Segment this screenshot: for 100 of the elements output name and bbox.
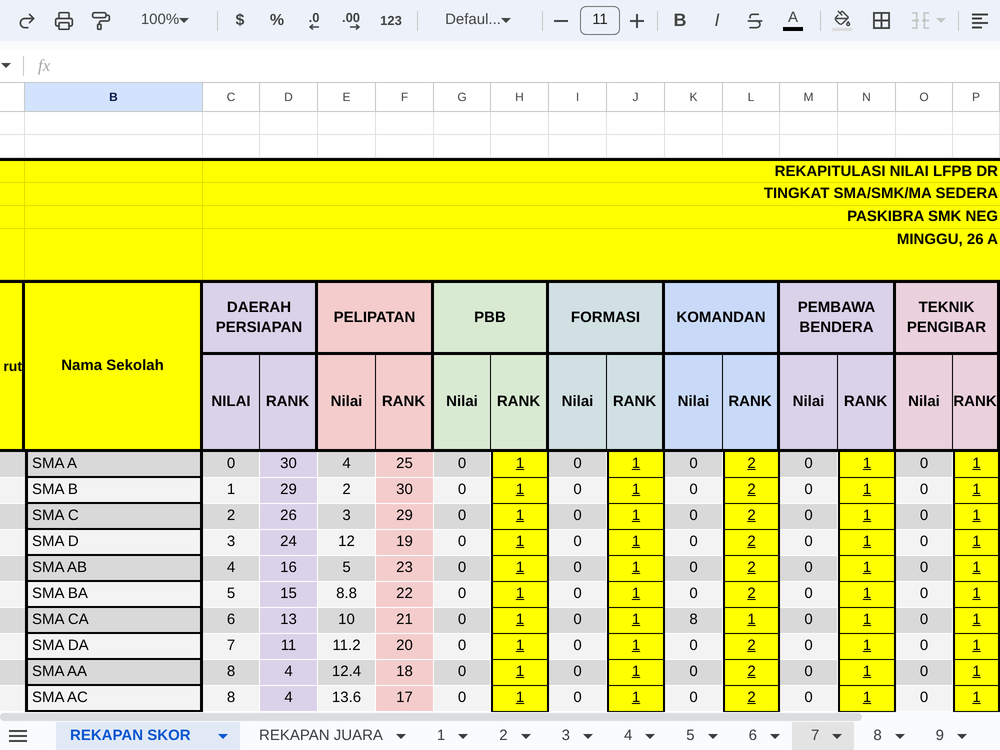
color-swatch-icon	[783, 27, 803, 31]
plus-icon	[630, 14, 644, 28]
column-header: Nilai	[896, 355, 953, 449]
table-cell: 29	[260, 478, 318, 504]
table-cell: 17	[376, 686, 434, 712]
increase-decimal-button[interactable]: .00	[335, 4, 367, 36]
column-header[interactable]: I	[549, 83, 607, 112]
table-cell: 1	[838, 504, 896, 530]
group-header: TEKNIK PENGIBAR	[896, 283, 1000, 355]
table-cell: 2	[723, 504, 780, 530]
italic-button[interactable]: I	[701, 4, 733, 36]
table-cell: 2	[723, 686, 780, 712]
sheet-tab[interactable]: 7	[792, 722, 854, 750]
print-icon	[54, 10, 74, 30]
table-cell: 20	[376, 634, 434, 660]
table-cell: 1	[607, 686, 665, 712]
table-cell: 29	[376, 504, 434, 530]
redo-icon	[17, 10, 37, 30]
zoom-dropdown[interactable]: 100%	[122, 4, 208, 36]
table-cell: 1	[491, 686, 549, 712]
table-cell: 1	[491, 634, 549, 660]
column-header: Nilai	[318, 355, 376, 449]
column-header: RANK	[607, 355, 665, 449]
percent-button[interactable]: %	[261, 4, 293, 36]
blank-cell	[838, 112, 896, 135]
table-cell: 2	[723, 634, 780, 660]
column-header[interactable]: B	[25, 83, 203, 112]
caret-icon	[957, 734, 968, 738]
table-cell: 13	[260, 608, 318, 634]
blank-cell	[723, 112, 780, 135]
table-cell: 1	[953, 686, 1000, 712]
table-cell: 1	[838, 686, 896, 712]
scrollbar-thumb[interactable]	[0, 713, 862, 721]
caret-icon	[179, 18, 190, 23]
group-header: DAERAH PERSIAPAN	[203, 283, 318, 355]
column-header[interactable]: M	[780, 83, 838, 112]
column-header[interactable]: G	[434, 83, 491, 112]
caret-icon	[770, 734, 780, 738]
organizer-text: PASKIBRA SMK NEG	[847, 208, 998, 225]
font-dropdown[interactable]: Defaul...	[424, 4, 532, 36]
column-header: Nama Sekolah	[25, 283, 203, 449]
table-cell: 1	[491, 556, 549, 582]
column-header[interactable]: E	[318, 83, 376, 112]
blank-cell	[607, 135, 665, 158]
report-subtitle: TINGKAT SMA/SMK/MA SEDERA	[764, 185, 998, 202]
table-cell: 26	[260, 504, 318, 530]
column-header[interactable]: O	[896, 83, 953, 112]
column-header[interactable]: P	[953, 83, 1000, 112]
table-cell: 1	[953, 530, 1000, 556]
column-header: Nilai	[780, 355, 838, 449]
column-header[interactable]: N	[838, 83, 896, 112]
column-header[interactable]: K	[665, 83, 723, 112]
table-cell: 1	[607, 582, 665, 608]
table-cell: 1	[607, 452, 665, 478]
text-color-button[interactable]: A	[777, 4, 809, 36]
table-cell: 19	[376, 530, 434, 556]
column-header[interactable]: J	[607, 83, 665, 112]
table-cell: 1	[838, 582, 896, 608]
blank-cell	[318, 112, 376, 135]
column-header: RANK	[260, 355, 318, 449]
font-size-field[interactable]: 11	[580, 6, 620, 35]
merge-icon	[910, 12, 930, 29]
caret-icon	[500, 18, 511, 23]
column-header[interactable]: F	[376, 83, 434, 112]
decrease-decimal-button[interactable]: .0	[298, 4, 330, 36]
table-cell: 1	[607, 478, 665, 504]
table-cell: 22	[376, 582, 434, 608]
table-cell: 2	[723, 452, 780, 478]
column-header[interactable]: C	[203, 83, 260, 112]
table-cell: 1	[953, 634, 1000, 660]
number-format-button[interactable]: 123	[372, 4, 410, 36]
caret-icon	[832, 734, 842, 738]
column-header: RANK	[838, 355, 896, 449]
table-cell: 4	[260, 660, 318, 686]
table-cell: 24	[260, 530, 318, 556]
table-cell: 1	[491, 660, 549, 686]
table-cell: 1	[838, 608, 896, 634]
caret-icon	[708, 734, 718, 738]
column-header: Nilai	[549, 355, 607, 449]
currency-button[interactable]: $	[224, 4, 256, 36]
column-header: rut	[0, 283, 25, 449]
sheet-tab[interactable]: REKAPAN SKOR	[56, 722, 240, 750]
table-cell: 1	[953, 478, 1000, 504]
caret-icon	[1, 63, 11, 68]
group-header: PEMBAWA BENDERA	[780, 283, 896, 355]
blank-cell	[491, 135, 549, 158]
column-header[interactable]: D	[260, 83, 318, 112]
blank-cell	[780, 112, 838, 135]
table-cell: 1	[607, 504, 665, 530]
blank-cell	[0, 183, 25, 206]
column-header[interactable]: L	[723, 83, 780, 112]
table-cell: 1	[491, 478, 549, 504]
group-header: PBB	[434, 283, 549, 355]
blank-cell	[434, 135, 491, 158]
column-header: RANK	[491, 355, 549, 449]
blank-cell	[491, 112, 549, 135]
align-left-icon	[971, 12, 989, 28]
column-header[interactable]: H	[491, 83, 549, 112]
table-cell: 1	[953, 556, 1000, 582]
bold-button[interactable]: B	[664, 4, 696, 36]
